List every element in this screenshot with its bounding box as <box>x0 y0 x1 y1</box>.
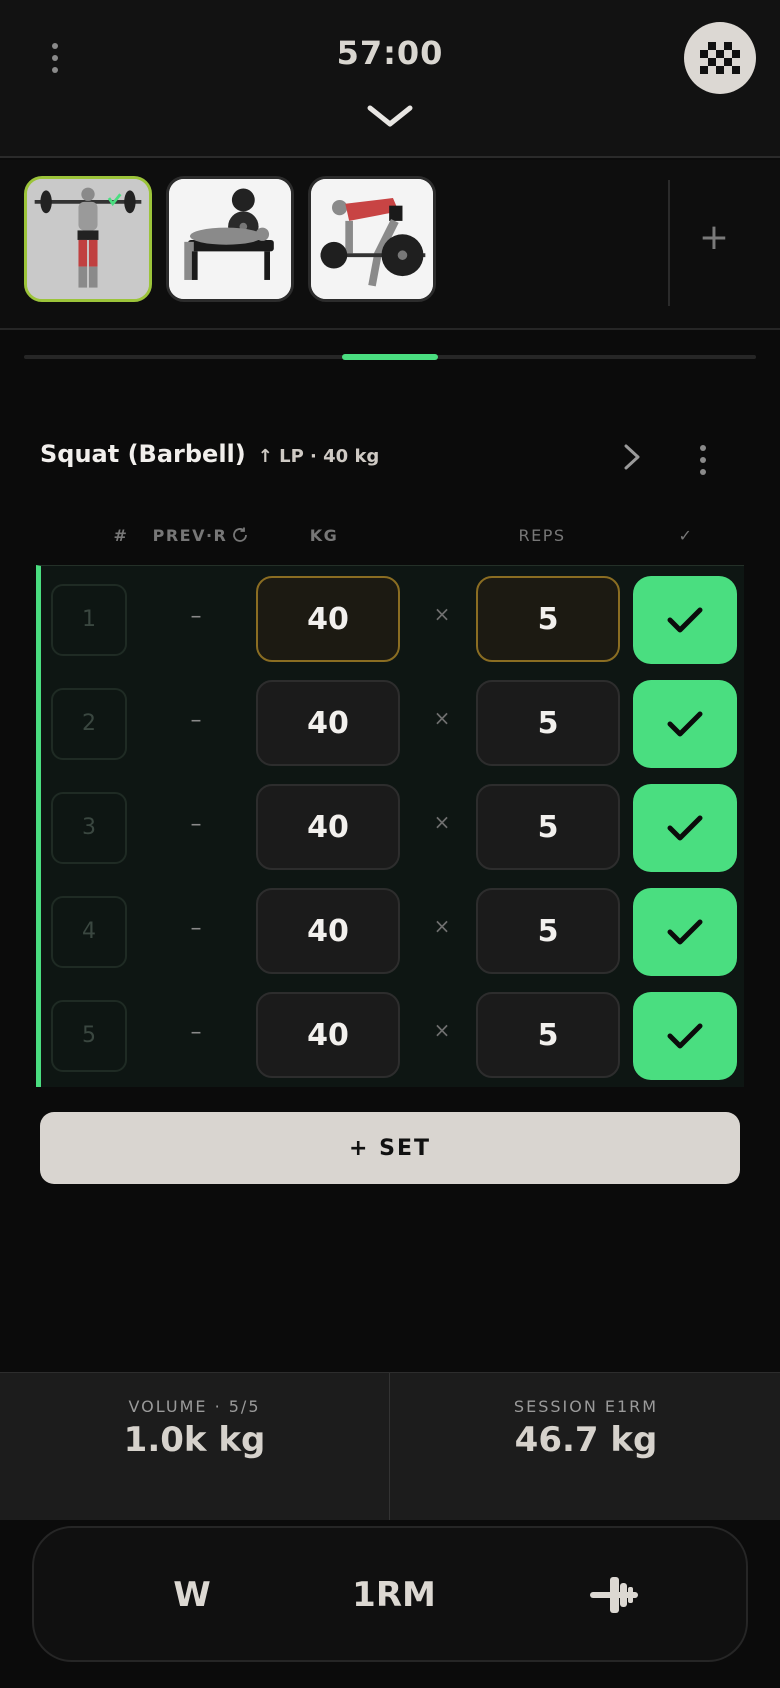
weight-input[interactable]: 40 <box>256 784 400 870</box>
checkmark-icon <box>667 711 703 737</box>
weight-input[interactable]: 40 <box>256 576 400 662</box>
exercise-title[interactable]: Squat (Barbell) ↑ LP · 40 kg <box>40 440 379 480</box>
checkmark-icon <box>667 607 703 633</box>
times-separator: × <box>433 706 451 730</box>
warmup-button[interactable]: W <box>122 1560 262 1630</box>
set-row: 4 – 40 × 5 <box>41 878 744 982</box>
menu-kebab-icon[interactable] <box>40 38 70 78</box>
session-stats: VOLUME · 5/5 1.0k kg SESSION E1RM 46.7 k… <box>0 1372 780 1521</box>
reps-input[interactable]: 5 <box>476 992 620 1078</box>
sets-table-header: # PREV·R KG REPS ✓ <box>36 520 744 556</box>
chevron-down-icon[interactable] <box>364 102 416 130</box>
reps-input[interactable]: 5 <box>476 576 620 662</box>
bent-over-row-illustration <box>311 179 433 299</box>
set-row: 5 – 40 × 5 <box>41 982 744 1086</box>
bottom-toolbar: W 1RM <box>32 1526 748 1662</box>
header-kg: KG <box>309 526 339 545</box>
e1rm-value: 46.7 kg <box>514 1420 658 1460</box>
bottom-toolbar-area: W 1RM <box>0 1520 780 1688</box>
squat-illustration <box>27 179 149 299</box>
reps-input[interactable]: 5 <box>476 888 620 974</box>
add-exercise-button[interactable]: + <box>694 218 734 258</box>
volume-label: VOLUME · 5/5 <box>128 1397 261 1416</box>
set-number[interactable]: 2 <box>51 688 127 760</box>
refresh-icon <box>233 527 248 542</box>
set-row: 2 – 40 × 5 <box>41 670 744 774</box>
exercise-thumb-bent-over-row[interactable] <box>308 176 436 302</box>
exercise-thumb-bench-press[interactable] <box>166 176 294 302</box>
finish-flag-button[interactable] <box>684 22 756 94</box>
add-set-button[interactable]: + SET <box>40 1112 740 1184</box>
e1rm-stat: SESSION E1RM 46.7 kg <box>391 1373 780 1521</box>
set-number[interactable]: 3 <box>51 792 127 864</box>
exercise-thumb-squat[interactable] <box>24 176 152 302</box>
times-separator: × <box>433 1018 451 1042</box>
times-separator: × <box>433 810 451 834</box>
checkmark-icon <box>667 1023 703 1049</box>
previous-value[interactable]: – <box>181 1020 211 1050</box>
set-complete-button[interactable] <box>633 992 737 1080</box>
weight-input[interactable]: 40 <box>256 992 400 1078</box>
weight-input[interactable]: 40 <box>256 888 400 974</box>
header-previous-label: PREV·R <box>152 526 228 545</box>
workout-timer[interactable]: 57:00 <box>290 34 490 72</box>
set-number[interactable]: 4 <box>51 896 127 968</box>
exercise-name: Squat (Barbell) <box>40 440 246 468</box>
chevron-right-icon[interactable] <box>616 440 646 474</box>
previous-value[interactable]: – <box>181 604 211 634</box>
volume-stat: VOLUME · 5/5 1.0k kg <box>0 1373 390 1521</box>
exercise-progress-indicator <box>341 354 439 360</box>
set-complete-button[interactable] <box>633 576 737 664</box>
checkmark-icon <box>667 815 703 841</box>
plate-calculator-icon <box>590 1577 638 1613</box>
reps-input[interactable]: 5 <box>476 784 620 870</box>
set-complete-button[interactable] <box>633 784 737 872</box>
checkered-flag-icon <box>700 42 740 74</box>
bench-press-illustration <box>169 179 291 299</box>
weight-input[interactable]: 40 <box>256 680 400 766</box>
header-reps: REPS <box>518 526 566 545</box>
sets-table: 1 – 40 × 5 2 – 40 × 5 3 – 40 × 5 4 – 40 … <box>36 565 744 1087</box>
exercise-strip: + <box>0 160 780 330</box>
set-complete-button[interactable] <box>633 888 737 976</box>
strip-divider <box>668 180 670 306</box>
previous-value[interactable]: – <box>181 916 211 946</box>
e1rm-label: SESSION E1RM <box>513 1397 659 1416</box>
exercise-progression: ↑ LP · 40 kg <box>257 446 380 467</box>
previous-value[interactable]: – <box>181 708 211 738</box>
set-row: 3 – 40 × 5 <box>41 774 744 878</box>
set-number[interactable]: 1 <box>51 584 127 656</box>
exercise-progress-track <box>24 354 756 360</box>
reps-input[interactable]: 5 <box>476 680 620 766</box>
header-done: ✓ <box>678 526 694 545</box>
times-separator: × <box>433 914 451 938</box>
set-number[interactable]: 5 <box>51 1000 127 1072</box>
exercise-menu-kebab-icon[interactable] <box>688 440 718 480</box>
checkmark-icon <box>667 919 703 945</box>
plate-calculator-button[interactable] <box>544 1560 684 1630</box>
header-previous[interactable]: PREV·R <box>136 526 266 545</box>
previous-value[interactable]: – <box>181 812 211 842</box>
set-row: 1 – 40 × 5 <box>41 566 744 670</box>
one-rm-button[interactable]: 1RM <box>324 1560 464 1630</box>
header: 57:00 <box>0 0 780 158</box>
volume-value: 1.0k kg <box>123 1420 266 1460</box>
times-separator: × <box>433 602 451 626</box>
set-complete-button[interactable] <box>633 680 737 768</box>
